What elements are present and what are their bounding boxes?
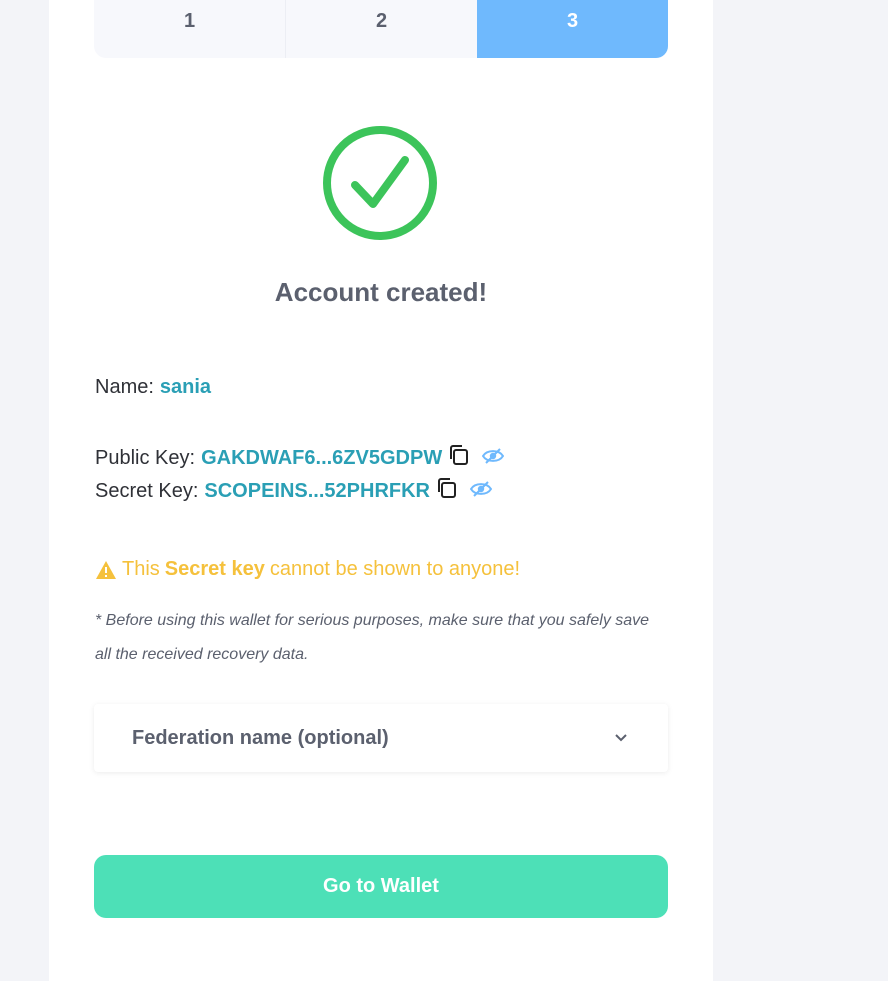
public-key-row: Public Key: GAKDWAF6...6ZV5GDPW [95, 444, 505, 472]
copy-icon[interactable] [436, 477, 458, 505]
federation-dropdown[interactable]: Federation name (optional) [94, 704, 668, 772]
name-row: Name: sania [95, 376, 211, 399]
recovery-note: * Before using this wallet for serious p… [95, 612, 650, 663]
eye-icon[interactable] [469, 480, 493, 503]
secret-key-warning: This Secret key cannot be shown to anyon… [95, 558, 520, 581]
name-label: Name: [95, 376, 154, 398]
warning-triangle-icon [96, 560, 116, 579]
page-title: Account created! [274, 277, 488, 307]
eye-icon[interactable] [482, 447, 505, 470]
check-circle-icon [323, 126, 437, 240]
stepper: 1 2 3 [94, 0, 668, 58]
account-created-panel: 1 2 3 Account created! Name: sania Publi… [49, 0, 713, 981]
chevron-down-icon [615, 734, 627, 742]
secret-key-label: Secret Key: [95, 479, 199, 502]
step-1[interactable]: 1 [94, 0, 285, 58]
warning-emphasis: Secret key [164, 558, 265, 580]
step-2[interactable]: 2 [285, 0, 477, 58]
federation-label: Federation name (optional) [132, 726, 389, 749]
step-3[interactable]: 3 [477, 0, 668, 58]
warning-suffix: cannot be shown to anyone! [269, 558, 521, 580]
secret-key-value: SCOPEINS...52PHRFKR [204, 479, 430, 502]
go-to-wallet-button[interactable]: Go to Wallet [94, 855, 668, 918]
name-value: sania [159, 376, 212, 398]
copy-icon[interactable] [448, 444, 470, 472]
secret-key-row: Secret Key: SCOPEINS...52PHRFKR [95, 477, 493, 505]
warning-prefix: This [122, 558, 160, 580]
public-key-value: GAKDWAF6...6ZV5GDPW [201, 446, 443, 469]
public-key-label: Public Key: [95, 446, 196, 469]
